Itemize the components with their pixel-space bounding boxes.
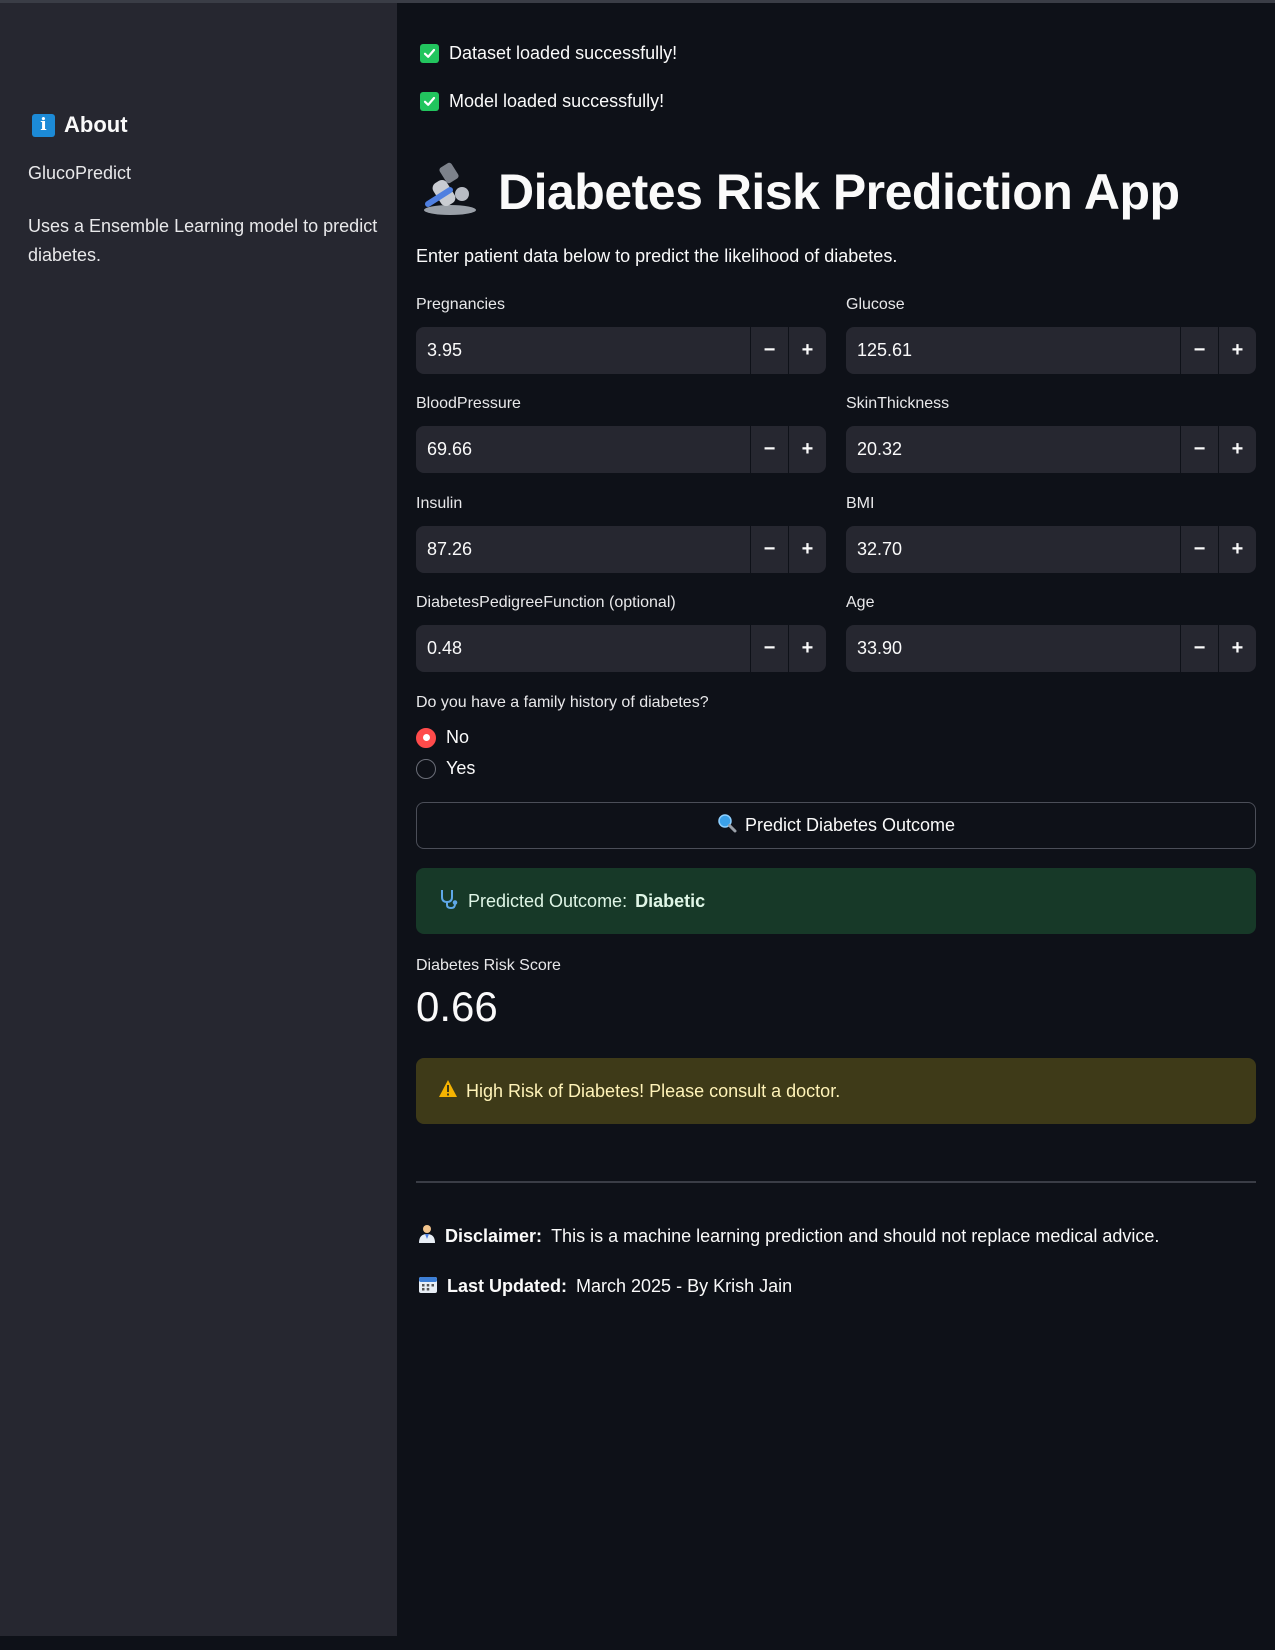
glucose-input[interactable]: 125.61 bbox=[846, 340, 1180, 361]
radio-label-yes: Yes bbox=[446, 758, 476, 778]
increment-button[interactable]: + bbox=[788, 426, 826, 473]
blood-pressure-input[interactable]: 69.66 bbox=[416, 439, 750, 460]
predict-button-label: Predict Diabetes Outcome bbox=[744, 815, 956, 835]
about-title: About bbox=[64, 112, 128, 137]
model-status-text: Model loaded successfully! bbox=[449, 91, 665, 111]
field-label: Age bbox=[846, 594, 875, 611]
decrement-button[interactable]: − bbox=[750, 526, 788, 573]
warning-alert: High Risk of Diabetes! Please consult a … bbox=[416, 1058, 1256, 1124]
skin-thickness-input[interactable]: 20.32 bbox=[846, 439, 1180, 460]
decrement-button[interactable]: − bbox=[750, 426, 788, 473]
increment-button[interactable]: + bbox=[788, 625, 826, 672]
bmi-input[interactable]: 32.70 bbox=[846, 539, 1180, 560]
field-label: BloodPressure bbox=[416, 395, 521, 412]
insulin-stepper: 87.26 − + bbox=[416, 526, 826, 573]
check-icon bbox=[420, 92, 439, 111]
check-icon bbox=[420, 44, 439, 63]
field-glucose: Glucose 125.61 − + bbox=[846, 296, 1256, 374]
predict-button[interactable]: Predict Diabetes Outcome bbox=[416, 802, 1256, 849]
radio-option-no[interactable]: No bbox=[416, 727, 469, 748]
outcome-alert: Predicted Outcome: Diabetic bbox=[416, 868, 1256, 934]
model-status: Model loaded successfully! bbox=[420, 91, 664, 112]
dataset-status: Dataset loaded successfully! bbox=[420, 43, 677, 64]
warning-text: High Risk of Diabetes! Please consult a … bbox=[466, 1080, 841, 1101]
disclaimer-text: This is a machine learning prediction an… bbox=[551, 1226, 1160, 1246]
microscope-icon bbox=[420, 160, 480, 223]
increment-button[interactable]: + bbox=[1218, 327, 1256, 374]
doctor-icon bbox=[418, 1224, 436, 1249]
decrement-button[interactable]: − bbox=[1180, 526, 1218, 573]
radio-unselected-icon[interactable] bbox=[416, 758, 436, 779]
app-name: GlucoPredict bbox=[28, 163, 132, 183]
decrement-button[interactable]: − bbox=[750, 327, 788, 374]
field-bmi: BMI 32.70 − + bbox=[846, 495, 1256, 573]
field-pedigree: DiabetesPedigreeFunction (optional) 0.48… bbox=[416, 594, 826, 672]
radio-selected-icon[interactable] bbox=[416, 727, 436, 748]
decrement-button[interactable]: − bbox=[1180, 625, 1218, 672]
glucose-stepper: 125.61 − + bbox=[846, 327, 1256, 374]
calendar-icon bbox=[418, 1274, 438, 1299]
field-pregnancies: Pregnancies 3.95 − + bbox=[416, 296, 826, 374]
decrement-button[interactable]: − bbox=[1180, 426, 1218, 473]
radio-label-no: No bbox=[446, 727, 470, 747]
field-label: SkinThickness bbox=[846, 395, 950, 412]
pedigree-stepper: 0.48 − + bbox=[416, 625, 826, 672]
field-label: Insulin bbox=[416, 495, 463, 512]
insulin-input[interactable]: 87.26 bbox=[416, 539, 750, 560]
age-input[interactable]: 33.90 bbox=[846, 638, 1180, 659]
increment-button[interactable]: + bbox=[788, 327, 826, 374]
family-history-question: Do you have a family history of diabetes… bbox=[416, 694, 709, 711]
magnifier-icon bbox=[717, 813, 737, 838]
pedigree-input[interactable]: 0.48 bbox=[416, 638, 750, 659]
radio-option-yes[interactable]: Yes bbox=[416, 758, 475, 779]
app-description: Uses a Ensemble Learning model to predic… bbox=[28, 216, 378, 265]
field-insulin: Insulin 87.26 − + bbox=[416, 495, 826, 573]
field-blood-pressure: BloodPressure 69.66 − + bbox=[416, 395, 826, 473]
pregnancies-stepper: 3.95 − + bbox=[416, 327, 826, 374]
increment-button[interactable]: + bbox=[1218, 526, 1256, 573]
risk-score-value: 0.66 bbox=[416, 983, 498, 1030]
stethoscope-icon bbox=[438, 888, 460, 915]
page-header: Diabetes Risk Prediction App bbox=[420, 160, 1180, 223]
page-title: Diabetes Risk Prediction App bbox=[498, 163, 1180, 220]
last-updated: Last Updated: March 2025 - By Krish Jain bbox=[418, 1274, 792, 1299]
field-age: Age 33.90 − + bbox=[846, 594, 1256, 672]
decrement-button[interactable]: − bbox=[1180, 327, 1218, 374]
pregnancies-input[interactable]: 3.95 bbox=[416, 340, 750, 361]
warning-icon bbox=[438, 1079, 458, 1103]
field-skin-thickness: SkinThickness 20.32 − + bbox=[846, 395, 1256, 473]
about-header: i About bbox=[32, 112, 128, 138]
increment-button[interactable]: + bbox=[1218, 426, 1256, 473]
last-updated-text: March 2025 - By Krish Jain bbox=[576, 1276, 793, 1296]
dataset-status-text: Dataset loaded successfully! bbox=[449, 43, 678, 63]
increment-button[interactable]: + bbox=[1218, 625, 1256, 672]
bmi-stepper: 32.70 − + bbox=[846, 526, 1256, 573]
outcome-prefix: Predicted Outcome: bbox=[468, 890, 628, 911]
decrement-button[interactable]: − bbox=[750, 625, 788, 672]
age-stepper: 33.90 − + bbox=[846, 625, 1256, 672]
field-label: Glucose bbox=[846, 296, 905, 313]
outcome-value: Diabetic bbox=[635, 890, 706, 911]
info-icon: i bbox=[32, 113, 55, 137]
blood-pressure-stepper: 69.66 − + bbox=[416, 426, 826, 473]
field-label: Pregnancies bbox=[416, 296, 505, 313]
increment-button[interactable]: + bbox=[788, 526, 826, 573]
bottom-strip bbox=[0, 1636, 1275, 1650]
risk-score-label: Diabetes Risk Score bbox=[416, 957, 561, 974]
skin-thickness-stepper: 20.32 − + bbox=[846, 426, 1256, 473]
field-label: BMI bbox=[846, 495, 875, 512]
divider bbox=[416, 1181, 1256, 1183]
disclaimer: Disclaimer: This is a machine learning p… bbox=[418, 1224, 1159, 1249]
last-updated-label: Last Updated: bbox=[447, 1276, 568, 1296]
page-subtitle: Enter patient data below to predict the … bbox=[416, 246, 898, 266]
disclaimer-label: Disclaimer: bbox=[445, 1226, 543, 1246]
field-label: DiabetesPedigreeFunction (optional) bbox=[416, 594, 676, 611]
